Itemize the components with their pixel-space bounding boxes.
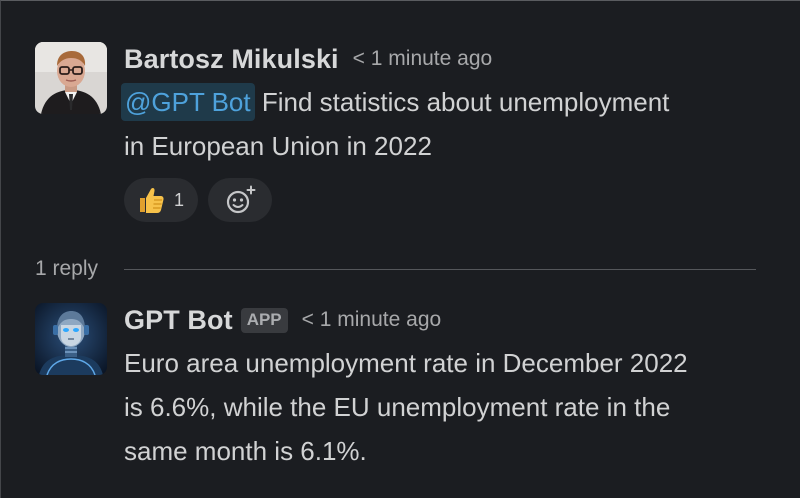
message-text: Euro area unemployment rate in December …	[124, 341, 780, 473]
divider	[124, 268, 756, 270]
message-text: @GPT Bot Find statistics about unemploym…	[121, 80, 780, 168]
author-name[interactable]: GPT Bot	[124, 305, 233, 336]
message-text-line: same month is 6.1%.	[124, 436, 367, 466]
add-emoji-icon	[226, 185, 256, 214]
thumbs-up-icon	[140, 187, 164, 213]
author-name[interactable]: Bartosz Mikulski	[124, 44, 339, 75]
add-reaction-button[interactable]	[208, 178, 273, 222]
message-header: GPT Bot APP < 1 minute ago	[124, 303, 780, 337]
bot-avatar[interactable]	[35, 303, 107, 375]
reactions-bar: 1	[124, 178, 780, 222]
reaction-thumbs-up[interactable]: 1	[124, 178, 199, 222]
reaction-count: 1	[174, 189, 185, 210]
thread-view: Bartosz Mikulski < 1 minute ago @GPT Bot…	[0, 0, 800, 498]
message-text-line: is 6.6%, while the EU unemployment rate …	[124, 392, 671, 422]
avatar[interactable]	[35, 42, 107, 114]
message-content: Bartosz Mikulski < 1 minute ago @GPT Bot…	[121, 42, 780, 222]
thread-reply-bar: 1 reply	[35, 254, 756, 284]
message-text-line: in European Union in 2022	[124, 131, 432, 161]
reply-count: 1 reply	[35, 257, 99, 280]
timestamp[interactable]: < 1 minute ago	[302, 308, 442, 332]
user-mention[interactable]: @GPT Bot	[121, 83, 255, 121]
message-header: Bartosz Mikulski < 1 minute ago	[124, 42, 780, 76]
message-text-line: Find statistics about unemployment	[261, 87, 670, 117]
message-content: GPT Bot APP < 1 minute ago Euro area une…	[124, 303, 780, 473]
timestamp[interactable]: < 1 minute ago	[353, 47, 493, 71]
app-badge: APP	[240, 307, 288, 333]
message-text-line: Euro area unemployment rate in December …	[124, 348, 688, 378]
